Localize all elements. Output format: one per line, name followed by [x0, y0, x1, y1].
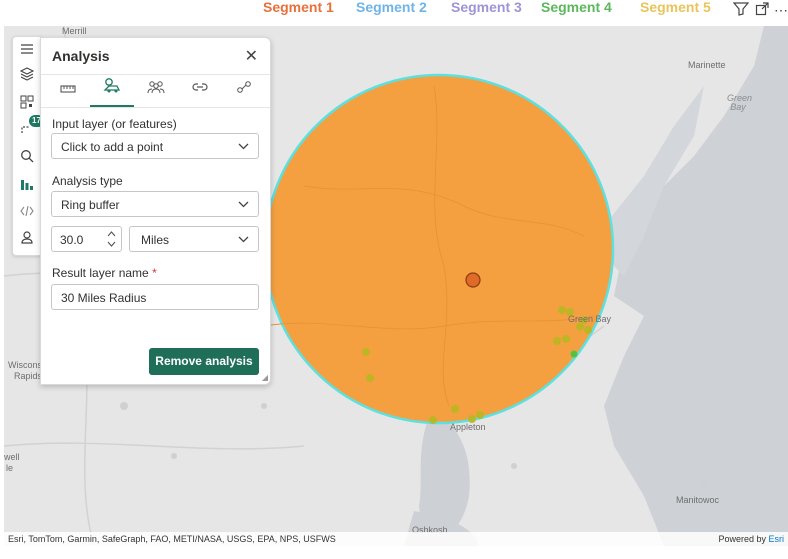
- result-name-input[interactable]: 30 Miles Radius: [51, 284, 259, 310]
- chevron-down-icon: [238, 227, 249, 253]
- result-name-value: 30 Miles Radius: [61, 291, 147, 305]
- close-icon[interactable]: ✕: [245, 46, 258, 66]
- tab-drive-time[interactable]: [90, 75, 134, 107]
- map-label-green-bay-water: Green Bay: [727, 93, 753, 112]
- car-pin-icon: [103, 78, 121, 93]
- visual-header-icons: ⋯: [731, 2, 788, 19]
- distance-stepper[interactable]: 30.0: [51, 226, 122, 252]
- analysis-type-label: Analysis type: [52, 174, 123, 188]
- required-marker: *: [152, 266, 157, 280]
- map-label-manitowoc: Manitowoc: [676, 495, 720, 505]
- powered-by-text: Powered by: [718, 534, 766, 544]
- analysis-panel: Analysis ✕ Input layer (or features) Cli…: [40, 37, 271, 385]
- powered-by-esri-link[interactable]: Esri: [769, 534, 785, 544]
- search-icon[interactable]: [17, 149, 37, 169]
- panel-title: Analysis: [52, 48, 110, 64]
- legend: Segment 1 Segment 2 Segment 3 Segment 4 …: [0, 0, 788, 20]
- map-label-green-bay-city: Green Bay: [568, 314, 612, 324]
- route-points-icon: [237, 81, 251, 93]
- powered-by: Powered by Esri: [718, 532, 784, 546]
- input-layer-dropdown[interactable]: Click to add a point: [51, 133, 259, 159]
- unit-dropdown[interactable]: Miles: [129, 226, 259, 252]
- chevron-down-icon: [238, 192, 249, 218]
- map-label-partial-2: le: [6, 463, 14, 473]
- menu-icon[interactable]: [17, 41, 37, 61]
- map-attribution: Esri, TomTom, Garmin, SafeGraph, FAO, ME…: [4, 532, 788, 546]
- map-label-wisconsin-rapids: Wiscons: [8, 360, 43, 370]
- stepper-arrows-icon[interactable]: [107, 230, 116, 251]
- map-label-marinette: Marinette: [688, 60, 726, 70]
- result-name-label: Result layer name *: [52, 266, 157, 280]
- legend-item-segment-5[interactable]: Segment 5: [640, 0, 711, 15]
- filter-icon[interactable]: [733, 2, 750, 19]
- analysis-tabs: [41, 74, 270, 108]
- legend-item-segment-4[interactable]: Segment 4: [541, 0, 612, 15]
- chevron-down-icon: [238, 134, 249, 160]
- legend-item-segment-3[interactable]: Segment 3: [451, 0, 522, 15]
- expand-icon[interactable]: [755, 2, 769, 19]
- tab-measure[interactable]: [46, 75, 90, 105]
- layers-icon[interactable]: [17, 67, 37, 87]
- more-icon[interactable]: ⋯: [774, 2, 788, 19]
- resize-handle-icon[interactable]: ◢: [262, 373, 268, 382]
- link-icon: [192, 83, 208, 91]
- tab-link[interactable]: [178, 75, 222, 105]
- map-label-appleton: Appleton: [450, 422, 486, 432]
- map-label-merrill: Merrill: [62, 26, 87, 36]
- input-layer-value: Click to add a point: [61, 140, 164, 154]
- legend-item-segment-1[interactable]: Segment 1: [263, 0, 334, 15]
- legend-item-segment-2[interactable]: Segment 2: [356, 0, 427, 15]
- analysis-type-dropdown[interactable]: Ring buffer: [51, 191, 259, 217]
- input-layer-label: Input layer (or features): [52, 117, 177, 131]
- distance-value: 30.0: [60, 233, 84, 247]
- tab-demographics[interactable]: [134, 75, 178, 105]
- unit-value: Miles: [141, 233, 170, 247]
- attribution-text: Esri, TomTom, Garmin, SafeGraph, FAO, ME…: [8, 534, 336, 544]
- ruler-icon: [60, 85, 76, 93]
- remove-analysis-button[interactable]: Remove analysis: [149, 348, 259, 375]
- people-icon: [147, 81, 165, 94]
- route-icon[interactable]: 17: [17, 115, 44, 141]
- code-icon[interactable]: [17, 203, 37, 223]
- tab-route[interactable]: [222, 75, 266, 105]
- map-label-partial-1: well: [4, 452, 20, 462]
- person-pin-icon[interactable]: [17, 230, 37, 250]
- chart-icon[interactable]: [17, 177, 37, 197]
- map-label-wisconsin-rapids-2: Rapids: [14, 371, 43, 381]
- result-name-label-text: Result layer name: [52, 266, 149, 280]
- analysis-type-value: Ring buffer: [61, 198, 120, 212]
- map-toolstrip: 17: [12, 36, 44, 256]
- qr-icon[interactable]: [17, 95, 37, 115]
